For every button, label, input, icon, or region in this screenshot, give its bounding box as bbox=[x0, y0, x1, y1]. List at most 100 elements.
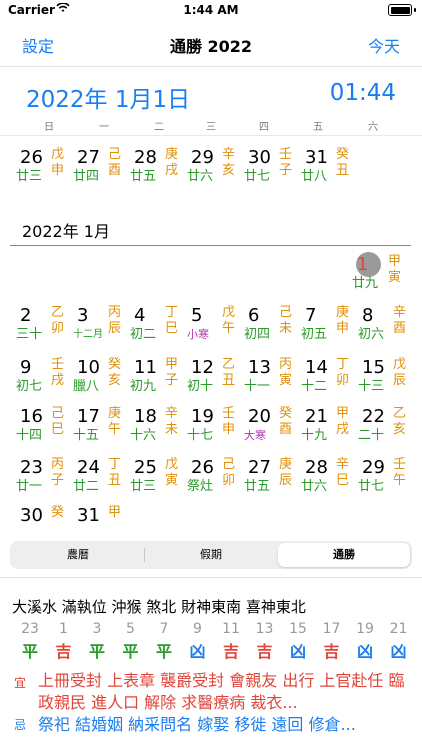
calendar-day-cell[interactable]: 29 廿六 辛亥 bbox=[181, 145, 238, 195]
calendar-day-cell[interactable]: 1 廿九 甲寅 bbox=[352, 252, 409, 302]
calendar-day-cell[interactable]: 14 十二 丁卯 bbox=[295, 355, 352, 405]
hour-luck: 吉 bbox=[222, 642, 239, 661]
hour-luck: 凶 bbox=[289, 642, 306, 661]
ji-label: 忌 bbox=[13, 718, 26, 732]
gregorian-day: 16 bbox=[20, 406, 43, 427]
almanac-summary: 大溪水 滿執位 沖猴 煞北 財神東南 喜神東北 bbox=[12, 598, 306, 616]
calendar-day-cell[interactable]: 16 十四 己巳 bbox=[10, 404, 67, 454]
calendar-day-cell[interactable]: 31 廿八 癸丑 bbox=[295, 145, 352, 195]
calendar-day-cell[interactable]: 2 三十 乙卯 bbox=[10, 303, 67, 353]
ganzhi-day: 甲 bbox=[108, 505, 122, 520]
gregorian-day: 29 bbox=[362, 457, 385, 478]
navigation-bar: 設定 通勝 2022 今天 bbox=[0, 24, 422, 67]
ganzhi-day: 己巳 bbox=[51, 406, 65, 437]
hour-luck: 平 bbox=[155, 642, 172, 661]
hour-label: 17 bbox=[322, 621, 341, 637]
calendar-day-cell[interactable]: 11 初九 甲子 bbox=[124, 355, 181, 405]
calendar-day-cell[interactable]: 28 廿六 辛巳 bbox=[295, 455, 352, 505]
hour-luck: 凶 bbox=[189, 642, 206, 661]
calendar-day-cell[interactable]: 19 十七 壬申 bbox=[181, 404, 238, 454]
hour-label: 19 bbox=[356, 621, 374, 637]
calendar-day-cell[interactable]: 5 小寒 戊午 bbox=[181, 303, 238, 353]
calendar-day-cell[interactable]: 6 初四 己未 bbox=[238, 303, 295, 353]
calendar-day-cell[interactable]: 13 十一 丙寅 bbox=[238, 355, 295, 405]
gregorian-day: 27 bbox=[248, 457, 271, 478]
calendar-day-cell[interactable]: 26 廿三 戊申 bbox=[10, 145, 67, 195]
calendar-day-cell[interactable]: 24 廿二 丁丑 bbox=[67, 455, 124, 505]
battery-icon bbox=[388, 4, 412, 16]
lunar-day: 十七 bbox=[187, 428, 214, 443]
ganzhi-day: 癸酉 bbox=[279, 406, 293, 437]
calendar-day-cell[interactable]: 25 廿三 戊寅 bbox=[124, 455, 181, 505]
ganzhi-day: 癸 bbox=[51, 505, 65, 520]
gregorian-day: 19 bbox=[191, 406, 214, 427]
lunar-day: 廿三 bbox=[130, 479, 157, 494]
calendar-day-cell[interactable]: 3 十二月 丙辰 bbox=[67, 303, 124, 353]
weekday-header: 日一二三四五六 bbox=[0, 118, 422, 134]
calendar-day-cell[interactable]: 29 廿七 壬午 bbox=[352, 455, 409, 505]
lunar-day: 廿五 bbox=[244, 479, 271, 494]
gregorian-day: 6 bbox=[248, 305, 260, 326]
calendar-day-cell[interactable]: 27 廿五 庚辰 bbox=[238, 455, 295, 505]
gregorian-day: 18 bbox=[134, 406, 157, 427]
ganzhi-day: 辛亥 bbox=[222, 147, 236, 178]
ganzhi-day: 丁巳 bbox=[165, 305, 179, 336]
gregorian-day: 26 bbox=[191, 457, 214, 478]
gregorian-day: 30 bbox=[248, 147, 271, 168]
calendar-day-cell[interactable]: 27 廿四 己酉 bbox=[67, 145, 124, 195]
calendar-day-cell[interactable]: 21 十九 甲戌 bbox=[295, 404, 352, 454]
hour-luck: 平 bbox=[122, 642, 139, 661]
calendar-day-cell[interactable]: 18 十六 辛未 bbox=[124, 404, 181, 454]
lunar-day: 十三 bbox=[358, 379, 385, 394]
ganzhi-day: 丁卯 bbox=[336, 357, 350, 388]
calendar-day-cell[interactable]: 30 廿七 壬子 bbox=[238, 145, 295, 195]
hour-label: 5 bbox=[126, 621, 135, 637]
lunar-day: 二十 bbox=[358, 428, 385, 443]
calendar-day-cell[interactable]: 7 初五 庚申 bbox=[295, 303, 352, 353]
header-divider bbox=[0, 135, 422, 136]
calendar-day-cell[interactable]: 26 祭灶 己卯 bbox=[181, 455, 238, 505]
segment-almanac[interactable]: 通勝 bbox=[278, 543, 410, 567]
ganzhi-day: 丙寅 bbox=[279, 357, 293, 388]
segment-lunar[interactable]: 農曆 bbox=[12, 543, 144, 567]
calendar-day-cell[interactable]: 8 初六 辛酉 bbox=[352, 303, 409, 353]
calendar-day-cell[interactable]: 28 廿五 庚戌 bbox=[124, 145, 181, 195]
calendar-day-cell[interactable]: 23 廿一 丙子 bbox=[10, 455, 67, 505]
calendar-day-cell[interactable]: 9 初七 壬戌 bbox=[10, 355, 67, 405]
gregorian-day: 4 bbox=[134, 305, 146, 326]
gregorian-day: 2 bbox=[20, 305, 32, 326]
lunar-day: 初五 bbox=[301, 327, 328, 342]
ganzhi-day: 癸丑 bbox=[336, 147, 350, 178]
ganzhi-day: 癸亥 bbox=[108, 357, 122, 388]
ganzhi-day: 己酉 bbox=[108, 147, 122, 178]
ganzhi-day: 乙卯 bbox=[51, 305, 65, 336]
calendar-day-cell[interactable]: 4 初二 丁巳 bbox=[124, 303, 181, 353]
gregorian-day: 28 bbox=[134, 147, 157, 168]
calendar-day-cell[interactable]: 12 初十 乙丑 bbox=[181, 355, 238, 405]
ganzhi-day: 乙亥 bbox=[393, 406, 407, 437]
ganzhi-day: 庚午 bbox=[108, 406, 122, 437]
lunar-day: 十四 bbox=[16, 428, 43, 443]
ganzhi-day: 甲子 bbox=[165, 357, 179, 388]
ganzhi-day: 戊申 bbox=[51, 147, 65, 178]
calendar-day-cell[interactable]: 15 十三 戊辰 bbox=[352, 355, 409, 405]
gregorian-day: 3 bbox=[77, 305, 89, 326]
ganzhi-day: 丙辰 bbox=[108, 305, 122, 336]
ganzhi-day: 丙子 bbox=[51, 457, 65, 488]
lunar-day: 初九 bbox=[130, 379, 157, 394]
calendar-day-cell[interactable]: 10 臘八 癸亥 bbox=[67, 355, 124, 405]
today-button[interactable]: 今天 bbox=[368, 33, 400, 57]
lunar-day: 廿三 bbox=[16, 169, 43, 184]
hour-luck: 平 bbox=[88, 642, 105, 661]
calendar-day-cell[interactable]: 20 大寒 癸酉 bbox=[238, 404, 295, 454]
ganzhi-day: 甲寅 bbox=[388, 254, 402, 285]
lunar-day: 十九 bbox=[301, 428, 328, 443]
lunar-day: 初二 bbox=[130, 327, 157, 342]
calendar-day-cell[interactable]: 17 十五 庚午 bbox=[67, 404, 124, 454]
calendar-day-cell[interactable]: 22 二十 乙亥 bbox=[352, 404, 409, 454]
hour-luck: 平 bbox=[21, 642, 38, 661]
weekday-label: 六 bbox=[368, 122, 378, 133]
ganzhi-day: 丁丑 bbox=[108, 457, 122, 488]
segment-holidays[interactable]: 假期 bbox=[145, 543, 277, 567]
month-divider bbox=[10, 245, 411, 246]
